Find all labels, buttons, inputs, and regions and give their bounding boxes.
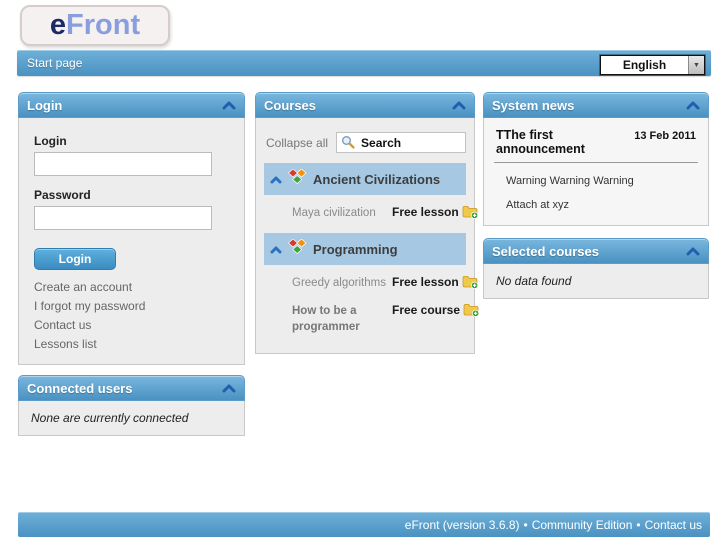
login-panel-title: Login: [27, 97, 63, 113]
search-input[interactable]: [336, 132, 466, 153]
folder-add-icon[interactable]: [462, 205, 479, 219]
breadcrumb-start-page[interactable]: Start page: [27, 56, 82, 70]
lesson-row-maya: Maya civilization Free lesson: [264, 195, 478, 223]
password-field-label: Password: [34, 188, 91, 202]
search-icon: [341, 135, 355, 154]
system-news-title: System news: [492, 97, 575, 113]
selected-courses-panel: Selected courses No data found: [483, 238, 709, 299]
announcement-header: TThe first announcement 13 Feb 2011: [494, 128, 698, 163]
system-news-body: TThe first announcement 13 Feb 2011 Warn…: [483, 118, 709, 226]
connected-users-panel: Connected users None are currently conne…: [18, 375, 245, 436]
selected-courses-message: No data found: [483, 264, 709, 299]
system-news-panel: System news TThe first announcement 13 F…: [483, 92, 709, 226]
logo-text-front: Front: [66, 9, 141, 41]
folder-add-icon[interactable]: [463, 303, 480, 317]
login-links: Create an account I forgot my password C…: [34, 278, 229, 354]
lesson-badge-group: Free lesson: [392, 275, 479, 289]
search-field-wrap: [336, 132, 466, 153]
middle-column: Courses Collapse all Search Ancient Civi…: [255, 92, 480, 364]
connected-users-title: Connected users: [27, 380, 133, 396]
lesson-row-greedy: Greedy algorithms Free lesson: [264, 265, 478, 293]
password-input[interactable]: [34, 206, 212, 230]
category-collapse-chevron-icon[interactable]: [270, 175, 282, 184]
lesson-name[interactable]: Greedy algorithms: [292, 275, 392, 291]
collapse-chevron-icon[interactable]: [686, 246, 700, 256]
create-account-link[interactable]: Create an account: [34, 278, 229, 297]
free-lesson-link[interactable]: Free lesson: [392, 205, 459, 219]
login-input[interactable]: [34, 152, 212, 176]
collapse-chevron-icon[interactable]: [222, 383, 236, 393]
free-course-link[interactable]: Free course: [392, 303, 460, 317]
course-name[interactable]: How to be a programmer: [292, 303, 392, 335]
footer-contact-us-link[interactable]: Contact us: [645, 518, 702, 532]
course-badge-group: Free course: [392, 303, 480, 317]
system-news-header: System news: [483, 92, 709, 118]
courses-panel-title: Courses: [264, 97, 317, 113]
connected-users-message: None are currently connected: [18, 401, 245, 436]
logo-text-e: e: [49, 9, 67, 41]
footer-bar: eFront (version 3.6.8) • Community Editi…: [18, 512, 710, 537]
category-ancient-civilizations[interactable]: Ancient Civilizations: [264, 163, 466, 195]
announcement-line: Attach at xyz: [506, 199, 569, 211]
courses-panel-body: Collapse all Search Ancient Civilization…: [255, 118, 480, 354]
connected-users-header: Connected users: [18, 375, 245, 401]
collapse-chevron-icon[interactable]: [452, 100, 466, 110]
login-panel-header: Login: [18, 92, 245, 118]
footer-edition-text: Community Edition: [531, 517, 633, 532]
courses-panel-header: Courses: [255, 92, 475, 118]
top-navigation-bar: Start page English ▼: [17, 50, 711, 76]
forgot-password-link[interactable]: I forgot my password: [34, 297, 229, 316]
selected-courses-header: Selected courses: [483, 238, 709, 264]
login-panel-body: Login Password Login Create an account I…: [18, 118, 245, 365]
category-name[interactable]: Programming: [313, 242, 398, 257]
footer-separator: •: [636, 517, 641, 532]
folder-add-icon[interactable]: [462, 275, 479, 289]
announcement-date: 13 Feb 2011: [634, 130, 696, 142]
language-selected-value: English: [622, 58, 667, 72]
free-lesson-link[interactable]: Free lesson: [392, 275, 459, 289]
category-cubes-icon: [287, 168, 307, 189]
courses-search-row: Collapse all: [264, 132, 466, 153]
lesson-name[interactable]: Maya civilization: [292, 205, 392, 221]
footer-version-text: eFront (version 3.6.8): [404, 517, 520, 532]
category-collapse-chevron-icon[interactable]: [270, 245, 282, 254]
announcement-line: Warning Warning Warning: [506, 175, 634, 187]
language-select[interactable]: English ▼: [600, 55, 705, 75]
courses-panel: Courses Collapse all Search Ancient Civi…: [255, 92, 480, 354]
collapse-chevron-icon[interactable]: [686, 100, 700, 110]
login-panel: Login Login Password Login Create an acc…: [18, 92, 245, 365]
announcement-title[interactable]: TThe first announcement: [496, 128, 634, 156]
lessons-list-link[interactable]: Lessons list: [34, 335, 229, 354]
lesson-badge-group: Free lesson: [392, 205, 479, 219]
login-field-label: Login: [34, 134, 67, 148]
right-column: System news TThe first announcement 13 F…: [483, 92, 709, 309]
efront-logo: e Front: [20, 5, 170, 46]
category-cubes-icon: [287, 238, 307, 259]
category-name[interactable]: Ancient Civilizations: [313, 172, 440, 187]
course-row-programmer: How to be a programmer Free course: [264, 293, 480, 345]
left-column: Login Login Password Login Create an acc…: [18, 92, 245, 446]
collapse-chevron-icon[interactable]: [222, 100, 236, 110]
category-programming[interactable]: Programming: [264, 233, 466, 265]
collapse-all-link[interactable]: Collapse all: [266, 136, 328, 150]
contact-us-link[interactable]: Contact us: [34, 316, 229, 335]
page: e Front Start page English ▼ Login Login …: [0, 0, 727, 545]
selected-courses-title: Selected courses: [492, 243, 599, 259]
footer-separator: •: [523, 517, 528, 532]
login-button[interactable]: Login: [34, 248, 116, 270]
chevron-down-icon[interactable]: ▼: [688, 56, 704, 74]
